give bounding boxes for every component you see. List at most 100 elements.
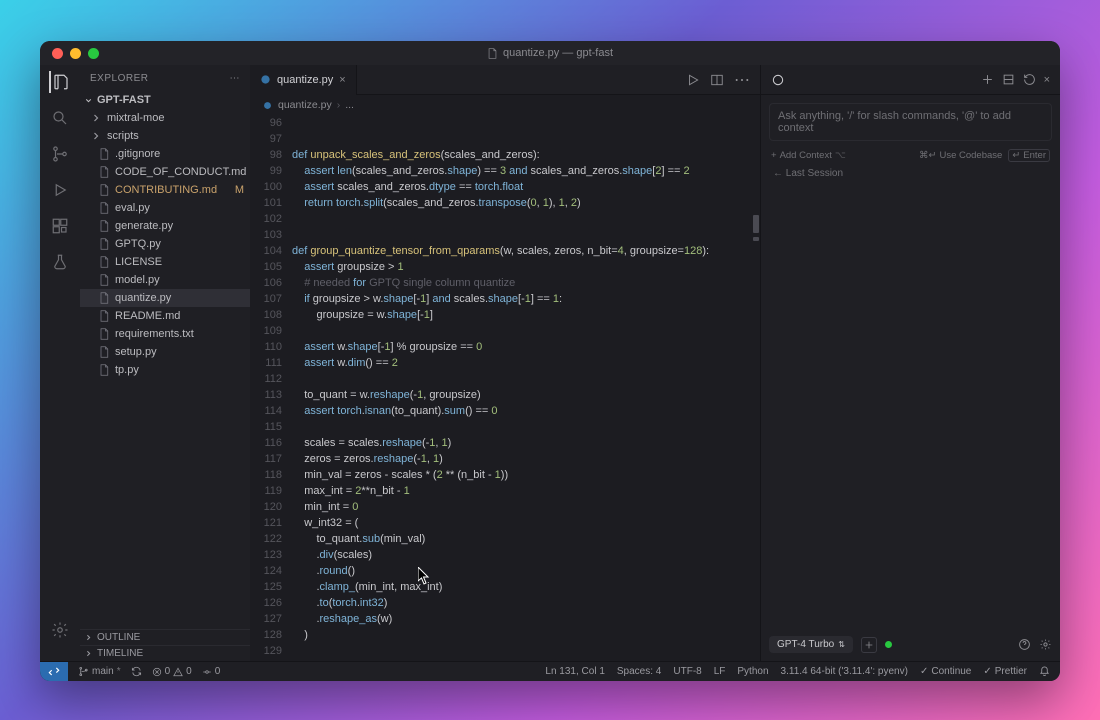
file-item[interactable]: GPTQ.py [80,235,250,253]
tab-close-icon[interactable]: × [339,74,345,86]
chevron-updown-icon: ⇅ [838,641,845,649]
file-label: model.py [115,274,160,286]
file-label: .gitignore [115,148,160,160]
file-label: scripts [107,130,139,142]
file-icon [487,48,498,59]
code-editor[interactable]: 9697989910010110210310410510610710810911… [250,115,760,661]
cursor-position[interactable]: Ln 131, Col 1 [545,666,605,677]
encoding[interactable]: UTF-8 [673,666,701,677]
source-control-icon[interactable] [49,143,71,165]
more-actions-icon[interactable]: ⋯ [734,70,750,90]
outline-section[interactable]: OUTLINE [80,629,250,645]
explorer-icon[interactable] [49,71,71,93]
extensions-icon[interactable] [49,215,71,237]
file-item[interactable]: setup.py [80,343,250,361]
use-codebase-chip[interactable]: ⌘↵ Use Codebase [919,150,1002,161]
maximize-window-button[interactable] [88,48,99,59]
file-item[interactable]: requirements.txt [80,325,250,343]
sync-button[interactable] [131,666,142,677]
editor-group: quantize.py × ⋯ quantize.py › ... 969798… [250,65,760,661]
tab-quantize[interactable]: quantize.py × [250,65,357,95]
explorer-header: EXPLORER ⋯ [80,65,250,91]
add-context-chip[interactable]: + Add Context ⌥ [771,150,846,161]
search-icon[interactable] [49,107,71,129]
file-label: eval.py [115,202,150,214]
run-file-icon[interactable] [686,73,700,87]
editor-window: quantize.py — gpt-fast EXPLORER ⋯ GPT-FA [40,41,1060,681]
testing-icon[interactable] [49,251,71,273]
settings-gear-icon[interactable] [49,619,71,641]
continue-status[interactable]: ✓ Continue [920,666,971,677]
chat-settings-icon[interactable] [1002,73,1015,86]
split-editor-icon[interactable] [710,73,724,87]
file-item[interactable]: tp.py [80,361,250,379]
ports-indicator[interactable]: 0 [202,666,221,677]
language-mode[interactable]: Python [737,666,768,677]
notifications-icon[interactable] [1039,666,1050,677]
model-selector[interactable]: GPT-4 Turbo ⇅ [769,636,853,653]
indentation[interactable]: Spaces: 4 [617,666,661,677]
file-label: CONTRIBUTING.md [115,184,217,196]
file-label: quantize.py [115,292,171,304]
file-tree: mixtral-moe scripts .gitignore CODE_OF_COND… [80,109,250,629]
file-label: generate.py [115,220,173,232]
timeline-label: TIMELINE [97,648,143,659]
file-item[interactable]: CODE_OF_CONDUCT.md [80,163,250,181]
explorer-title: EXPLORER [90,73,148,84]
window-title: quantize.py — gpt-fast [110,47,990,59]
chevron-right-icon [84,649,93,658]
status-bar: main* 0 0 0 Ln 131, Col 1 Spaces: 4 UTF-… [40,661,1060,681]
file-item[interactable]: LICENSE [80,253,250,271]
chat-gear-icon[interactable] [1039,638,1052,651]
breadcrumb-file: quantize.py [278,99,332,111]
file-item[interactable]: eval.py [80,199,250,217]
prettier-status[interactable]: ✓ Prettier [983,666,1027,677]
chat-chips: + Add Context ⌥ ⌘↵ Use Codebase ↵ Enter [761,149,1060,162]
file-item[interactable]: generate.py [80,217,250,235]
python-file-icon [260,74,271,85]
branch-indicator[interactable]: main* [78,666,121,677]
explorer-sidebar: EXPLORER ⋯ GPT-FAST mixtral-moe scripts .g… [80,65,250,661]
close-window-button[interactable] [52,48,63,59]
tab-label: quantize.py [277,74,333,86]
line-gutter: 9697989910010110210310410510610710810911… [250,115,292,661]
status-indicator [885,641,892,648]
help-icon[interactable] [1018,638,1031,651]
code-content[interactable]: def unpack_scales_and_zeros(scales_and_z… [292,115,760,661]
new-chat-icon[interactable] [981,73,994,86]
project-header[interactable]: GPT-FAST [80,91,250,109]
chat-history-icon[interactable] [1023,73,1036,86]
file-label: GPTQ.py [115,238,161,250]
folder-item[interactable]: scripts [80,127,250,145]
eol[interactable]: LF [714,666,726,677]
chat-bottom-bar: GPT-4 Turbo ⇅ [761,628,1060,661]
python-interpreter[interactable]: 3.11.4 64-bit ('3.11.4': pyenv) [781,666,908,677]
tab-bar: quantize.py × ⋯ [250,65,760,95]
last-session-link[interactable]: ← Last Session [761,162,1060,185]
file-label: mixtral-moe [107,112,164,124]
file-item[interactable]: model.py [80,271,250,289]
run-debug-icon[interactable] [49,179,71,201]
close-chat-icon[interactable]: × [1044,74,1050,86]
model-label: GPT-4 Turbo [777,639,834,650]
folder-item[interactable]: mixtral-moe [80,109,250,127]
project-name: GPT-FAST [97,94,151,106]
file-item[interactable]: quantize.py [80,289,250,307]
explorer-more-icon[interactable]: ⋯ [230,73,241,84]
chat-input[interactable]: Ask anything, '/' for slash commands, '@… [769,103,1052,141]
remote-button[interactable] [40,662,68,682]
add-model-button[interactable] [861,637,877,653]
window-title-text: quantize.py — gpt-fast [503,47,613,59]
window-controls [40,48,110,59]
problems-indicator[interactable]: 0 0 [152,666,192,677]
file-label: setup.py [115,346,157,358]
file-item[interactable]: CONTRIBUTING.mdM [80,181,250,199]
breadcrumb[interactable]: quantize.py › ... [250,95,760,115]
file-item[interactable]: .gitignore [80,145,250,163]
enter-chip[interactable]: ↵ Enter [1008,149,1050,162]
file-item[interactable]: README.md [80,307,250,325]
timeline-section[interactable]: TIMELINE [80,645,250,661]
chevron-right-icon [84,633,93,642]
minimize-window-button[interactable] [70,48,81,59]
file-label: requirements.txt [115,328,194,340]
